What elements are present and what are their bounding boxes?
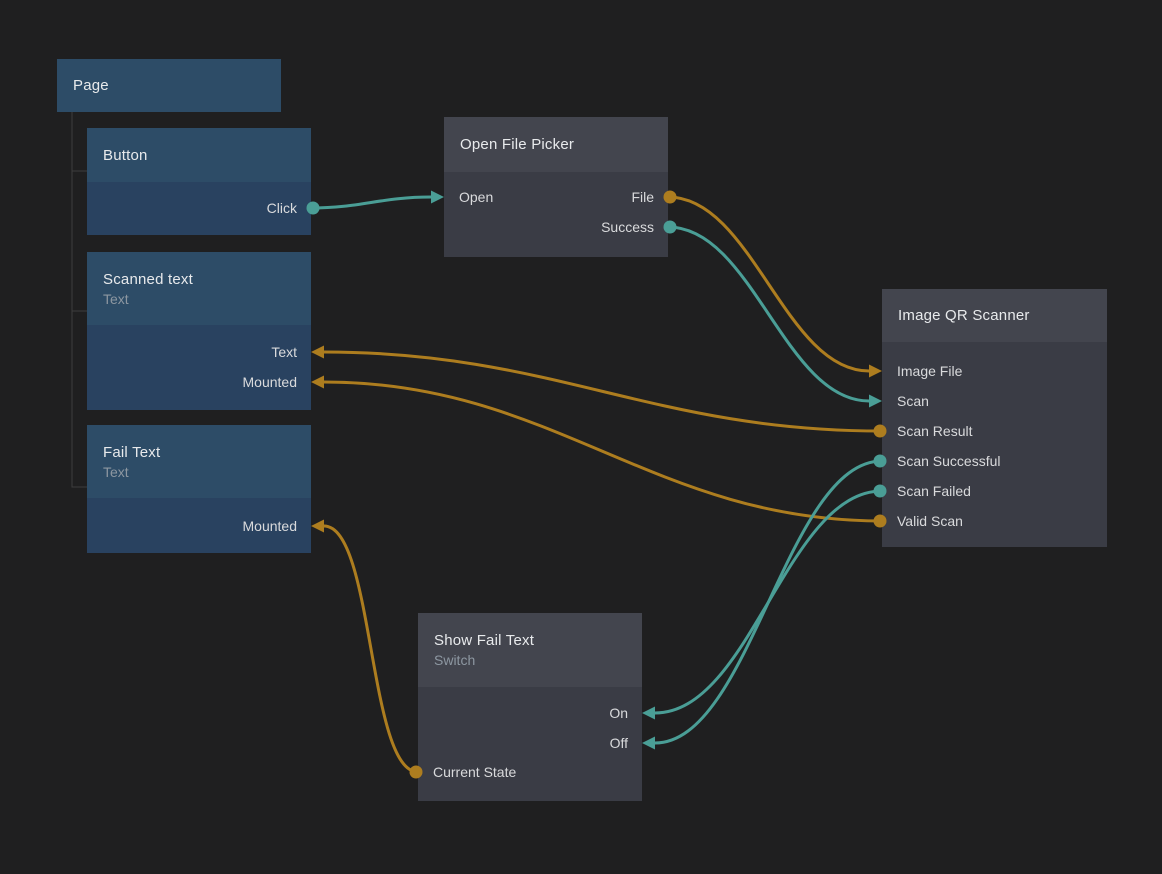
node-title-show-fail-text: Show Fail Text	[434, 632, 626, 649]
connection-arrowhead-icon	[311, 376, 324, 389]
port-mounted[interactable]: Mounted	[87, 513, 311, 539]
node-header-page: Page	[57, 59, 281, 112]
node-image-qr-scanner[interactable]: Image QR Scanner Image File Scan Scan Resul…	[882, 289, 1107, 547]
port-scan-result[interactable]: Scan Result	[882, 418, 1107, 444]
port-file[interactable]: File	[444, 184, 668, 210]
node-header-button: Button	[87, 128, 311, 182]
node-title-button: Button	[103, 147, 295, 164]
node-title-fail-text: Fail Text	[103, 444, 295, 461]
node-button[interactable]: Button Click	[87, 128, 311, 235]
connection-open-file-picker-success-to-image-qr-scanner-scan[interactable]	[668, 227, 869, 401]
node-show-fail-text[interactable]: Show Fail Text Switch On Off Current State	[418, 613, 642, 801]
node-title-page: Page	[73, 77, 265, 94]
node-header-image-qr-scanner: Image QR Scanner	[882, 289, 1107, 342]
connection-button-click-to-open-file-picker-open[interactable]	[311, 197, 431, 208]
port-text[interactable]: Text	[87, 339, 311, 365]
connection-show-fail-text-current-state-to-fail-text-mounted[interactable]	[324, 526, 418, 772]
node-body-scanned-text: Text Mounted	[87, 325, 311, 410]
connection-arrowhead-icon	[311, 346, 324, 359]
port-off[interactable]: Off	[418, 730, 642, 756]
connection-image-qr-scanner-scan-result-to-scanned-text-text[interactable]	[324, 352, 882, 431]
node-header-open-file-picker: Open File Picker	[444, 117, 668, 172]
node-subtitle-scanned-text: Text	[103, 291, 295, 307]
connection-arrowhead-icon	[869, 395, 882, 408]
node-body-fail-text: Mounted	[87, 498, 311, 553]
connection-image-qr-scanner-scan-successful-to-show-fail-text-off[interactable]	[655, 461, 882, 743]
port-mounted[interactable]: Mounted	[87, 369, 311, 395]
node-body-show-fail-text: On Off Current State	[418, 687, 642, 801]
node-body-open-file-picker: OpenFileSuccess	[444, 172, 668, 257]
node-fail-text[interactable]: Fail Text Text Mounted	[87, 425, 311, 553]
port-scan[interactable]: Scan	[882, 388, 1107, 414]
node-scanned-text[interactable]: Scanned text Text Text Mounted	[87, 252, 311, 410]
connection-arrowhead-icon	[642, 737, 655, 750]
connection-arrowhead-icon	[431, 191, 444, 204]
port-image-file[interactable]: Image File	[882, 358, 1107, 384]
node-subtitle-fail-text: Text	[103, 464, 295, 480]
node-header-scanned-text: Scanned text Text	[87, 252, 311, 325]
port-current-state[interactable]: Current State	[418, 759, 642, 785]
node-title-image-qr-scanner: Image QR Scanner	[898, 307, 1091, 324]
port-success[interactable]: Success	[444, 214, 668, 240]
connection-open-file-picker-file-to-image-qr-scanner-image-file[interactable]	[668, 197, 869, 371]
connection-arrowhead-icon	[869, 365, 882, 378]
node-body-image-qr-scanner: Image File Scan Scan Result Scan Successful…	[882, 342, 1107, 547]
node-page[interactable]: Page	[57, 59, 281, 112]
port-valid-scan[interactable]: Valid Scan	[882, 508, 1107, 534]
connection-image-qr-scanner-scan-failed-to-show-fail-text-on[interactable]	[655, 491, 882, 713]
node-open-file-picker[interactable]: Open File PickerOpenFileSuccess	[444, 117, 668, 257]
node-subtitle-show-fail-text: Switch	[434, 652, 626, 668]
port-on[interactable]: On	[418, 700, 642, 726]
node-header-fail-text: Fail Text Text	[87, 425, 311, 498]
connection-arrowhead-icon	[311, 520, 324, 533]
connection-image-qr-scanner-valid-scan-to-scanned-text-mounted[interactable]	[324, 382, 882, 521]
port-scan-failed[interactable]: Scan Failed	[882, 478, 1107, 504]
connection-arrowhead-icon	[642, 707, 655, 720]
hierarchy-line	[72, 112, 87, 487]
port-click[interactable]: Click	[87, 195, 311, 221]
port-scan-successful[interactable]: Scan Successful	[882, 448, 1107, 474]
node-title-open-file-picker: Open File Picker	[460, 136, 652, 153]
node-graph-canvas[interactable]: Page Button Click Scanned text Text Text Mount…	[0, 0, 1162, 874]
node-header-show-fail-text: Show Fail Text Switch	[418, 613, 642, 687]
node-title-scanned-text: Scanned text	[103, 271, 295, 288]
node-body-button: Click	[87, 182, 311, 235]
